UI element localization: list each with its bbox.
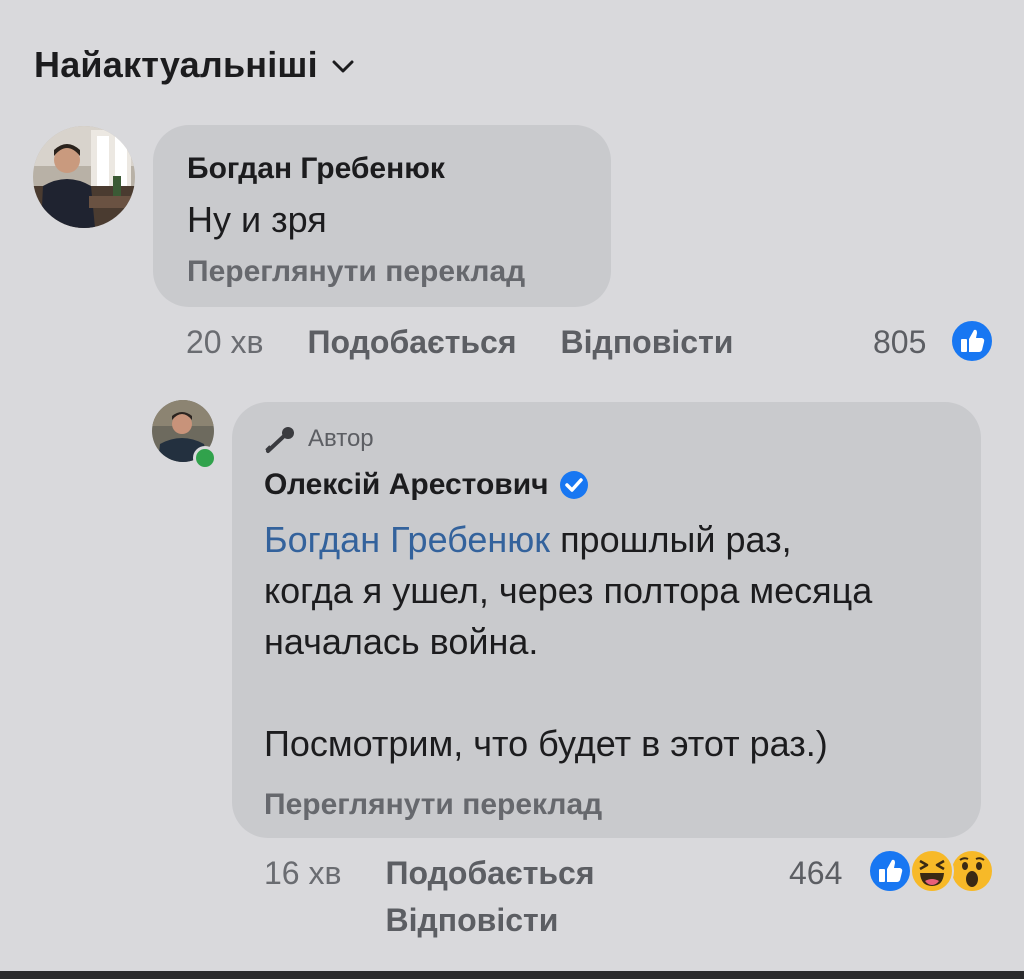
- like-button[interactable]: Подобається: [307, 324, 516, 361]
- like-icon[interactable]: [950, 319, 994, 363]
- comment-text-line1: прошлый раз,: [550, 519, 792, 560]
- bottom-edge-bar: [0, 971, 1024, 979]
- verified-badge-icon: [559, 471, 588, 499]
- online-status-dot: [193, 446, 217, 470]
- wow-icon[interactable]: [950, 849, 994, 893]
- see-translation-link[interactable]: Переглянути переклад: [264, 788, 602, 822]
- comment-text: Ну и зря: [187, 199, 327, 240]
- comment-text: Богдан Гребенюк прошлый раз, когда я уше…: [264, 514, 964, 769]
- like-icon[interactable]: [868, 849, 912, 893]
- reactions-count[interactable]: 805: [873, 324, 926, 361]
- microphone-icon: [265, 427, 294, 453]
- comment-bubble: Богдан Гребенюк Ну и зря Переглянути пер…: [153, 125, 611, 307]
- comment-bubble: Автор Олексій Арестович Богдан Гребенюк …: [232, 402, 981, 838]
- comment-time: 16 хв: [264, 855, 342, 891]
- author-row: Олексій Арестович: [264, 468, 589, 502]
- mention-link[interactable]: Богдан Гребенюк: [264, 519, 550, 560]
- chevron-down-icon: [332, 60, 354, 73]
- comment-meta: 16 хв Подобається Відповісти: [264, 855, 595, 939]
- avatar[interactable]: [33, 126, 135, 228]
- sort-dropdown[interactable]: Найактуальніші: [34, 44, 354, 86]
- comment-meta: 20 хв Подобається Відповісти: [186, 324, 733, 361]
- comment-text-rest: когда я ушел, через полтора месяца начал…: [264, 570, 873, 764]
- sort-label: Найактуальніші: [34, 44, 318, 85]
- comment-time: 20 хв: [186, 324, 264, 360]
- avatar-photo: [33, 126, 135, 228]
- comment-author[interactable]: Олексій Арестович: [264, 468, 549, 502]
- like-button[interactable]: Подобається: [385, 855, 594, 892]
- haha-icon[interactable]: [910, 849, 954, 893]
- see-translation-link[interactable]: Переглянути переклад: [187, 255, 525, 289]
- reply-button[interactable]: Відповісти: [561, 324, 734, 361]
- author-badge-label: Автор: [308, 425, 374, 452]
- reply-button[interactable]: Відповісти: [385, 902, 594, 939]
- comment-author[interactable]: Богдан Гребенюк: [187, 152, 445, 186]
- author-badge: Автор: [264, 424, 374, 454]
- reactions-count[interactable]: 464: [789, 855, 842, 892]
